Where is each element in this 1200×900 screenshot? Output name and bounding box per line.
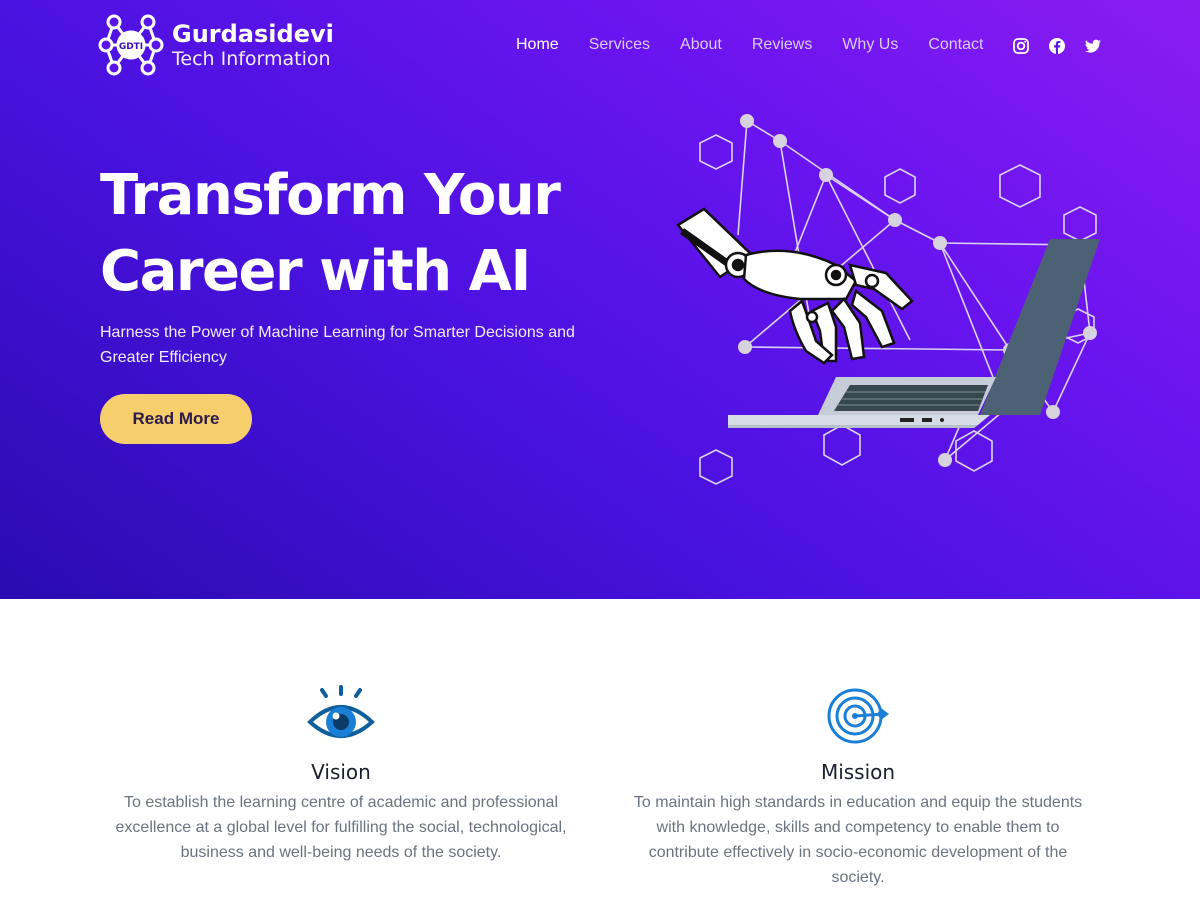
hero-title: Transform Your Career with AI — [100, 158, 620, 310]
vision-title: Vision — [311, 760, 371, 784]
twitter-icon[interactable] — [1084, 37, 1102, 55]
nav-item-home[interactable]: Home — [516, 36, 559, 54]
brand-logo[interactable]: GDTI Gurdasidevi Tech Information — [98, 12, 334, 78]
nav-item-why-us[interactable]: Why Us — [842, 36, 898, 54]
logo-mark-text: GDTI — [119, 42, 143, 52]
vision-card: Vision To establish the learning centre … — [106, 684, 576, 865]
hero-title-line-1: Transform Your — [100, 163, 561, 228]
social-links — [1012, 37, 1102, 55]
vision-text: To establish the learning centre of acad… — [115, 794, 567, 861]
mission-title: Mission — [820, 760, 896, 784]
hero-title-line-2: Career with AI — [100, 239, 531, 304]
network-logo-icon: GDTI — [98, 14, 164, 76]
nav-item-contact[interactable]: Contact — [928, 36, 983, 54]
hero-subtitle: Harness the Power of Machine Learning fo… — [100, 324, 575, 366]
brand-tagline: Tech Information — [172, 47, 331, 70]
target-icon — [827, 688, 889, 744]
facebook-icon[interactable] — [1048, 37, 1066, 55]
mission-card: Mission To maintain high standards in ed… — [623, 684, 1093, 890]
hero-section: GDTI Gurdasidevi Tech Information Home S… — [0, 0, 1200, 599]
instagram-icon[interactable] — [1012, 37, 1030, 55]
brand-name: Gurdasidevi — [172, 19, 334, 48]
read-more-button[interactable]: Read More — [100, 394, 252, 444]
mission-text: To maintain high standards in education … — [633, 794, 1083, 886]
nav-item-services[interactable]: Services — [589, 36, 650, 54]
nav-item-about[interactable]: About — [680, 36, 722, 54]
ai-robot-laptop-illustration — [676, 114, 1100, 485]
main-nav: Home Services About Reviews Why Us Conta… — [516, 36, 1013, 54]
eye-icon — [307, 685, 375, 738]
nav-item-reviews[interactable]: Reviews — [752, 36, 812, 54]
